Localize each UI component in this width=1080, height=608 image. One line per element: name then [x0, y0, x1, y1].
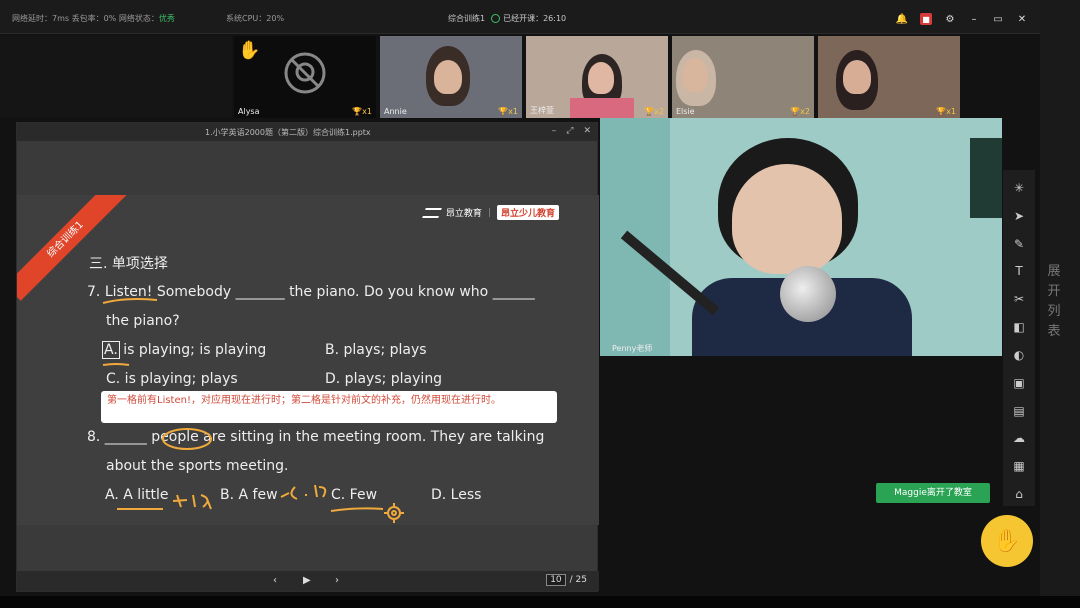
clock-icon [491, 14, 501, 23]
record-icon[interactable]: ■ [920, 13, 932, 25]
hand-icon: ✋ [993, 528, 1021, 554]
teacher-name: Penny老师 [612, 344, 653, 353]
toolbox-icon[interactable]: ▦ [1007, 454, 1031, 478]
student-face [843, 60, 871, 94]
student-name: Alysa [238, 107, 260, 116]
maximize-icon[interactable]: ⤢ [566, 126, 573, 136]
ppt-filename: 1.小学英语2000题（第二版）综合训练1.pptx [205, 128, 371, 137]
minimize-icon[interactable]: – [968, 13, 980, 25]
close-icon[interactable]: ✕ [1016, 13, 1028, 25]
toggle-icon[interactable]: ◐ [1007, 343, 1031, 367]
raised-hand-icon: ✋ [238, 40, 261, 61]
teacher-face [732, 164, 842, 274]
image-icon[interactable]: ▣ [1007, 371, 1031, 395]
trophy-count: 🏆x1 [498, 107, 518, 116]
total-pages: / 25 [569, 575, 587, 585]
trophy-count: 🏆x1 [352, 107, 372, 116]
slide-content: 综合训练1 昂立教育 | 昂立少儿教育 三. 单项选择 7. Listen! S… [17, 195, 599, 525]
student-face [588, 62, 614, 94]
student-video-1[interactable]: ✋ Alysa 🏆x1 [234, 36, 376, 118]
gear-icon[interactable]: ⚙ [944, 13, 956, 25]
bell-icon[interactable]: 🔔 [896, 13, 908, 25]
background-object [970, 138, 1002, 218]
camera-off-icon [284, 52, 326, 94]
left-blank-panel [0, 36, 232, 118]
network-status: 网络延时：7ms 丢包率：0% 网络状态：优秀 [12, 14, 175, 23]
student-name: Annie [384, 107, 407, 116]
elapsed-time: 26:10 [543, 14, 567, 23]
teaching-toolbar: ✳ ➤ ✎ T ✂ ◧ ◐ ▣ ▤ ☁ ▦ ⌂ [1003, 170, 1035, 506]
ink-annotations [102, 298, 404, 523]
top-status-bar: 网络延时：7ms 丢包率：0% 网络状态：优秀 系统CPU：20% 综合训练1 已… [0, 0, 1040, 34]
more-tools-icon[interactable]: ⌂ [1007, 482, 1031, 506]
bottom-band [0, 596, 1080, 608]
pen-icon[interactable]: ✎ [1007, 232, 1031, 256]
student-video-strip: ✋ Alysa 🏆x1 Annie 🏆x1 王梓萱 🏆x2 Elsie 🏆x2 … [234, 36, 960, 118]
notification-toast: Maggie离开了教室 [876, 483, 990, 503]
eraser-icon[interactable]: ◧ [1007, 315, 1031, 339]
trophy-count: 🏆x2 [644, 107, 664, 116]
student-face [434, 60, 462, 94]
classroom-app: 网络延时：7ms 丢包率：0% 网络状态：优秀 系统CPU：20% 综合训练1 已… [0, 0, 1080, 608]
student-video-4[interactable]: Elsie 🏆x2 [672, 36, 814, 118]
close-icon[interactable]: ✕ [583, 126, 591, 136]
student-name: Elsie [676, 107, 695, 116]
student-shirt [570, 98, 634, 118]
scissors-icon[interactable]: ✂ [1007, 287, 1031, 311]
cursor-icon[interactable]: ➤ [1007, 204, 1031, 228]
ppt-window: 1.小学英语2000题（第二版）综合训练1.pptx – ⤢ ✕ 综合训练1 昂… [16, 122, 599, 592]
minimize-icon[interactable]: – [552, 126, 557, 136]
trophy-count: 🏆x1 [936, 107, 956, 116]
current-page-input[interactable]: 10 [546, 574, 566, 586]
page-indicator: 10 / 25 [546, 574, 587, 586]
student-video-2[interactable]: Annie 🏆x1 [380, 36, 522, 118]
expand-list-toggle[interactable]: 展开列表 [1044, 262, 1064, 342]
laser-pointer-icon[interactable]: ✳ [1007, 176, 1031, 200]
class-title: 综合训练1 已经开课：26:10 [448, 14, 567, 23]
chat-icon[interactable]: ▤ [1007, 399, 1031, 423]
raise-hand-button[interactable]: ✋ [981, 515, 1033, 567]
prev-page-icon[interactable]: ‹ [273, 575, 277, 586]
text-tool-icon[interactable]: T [1007, 259, 1031, 283]
ppt-footer: ‹ ▶ › 10 / 25 [17, 571, 599, 591]
student-face [682, 58, 708, 92]
cloud-icon[interactable]: ☁ [1007, 426, 1031, 450]
restore-icon[interactable]: ▭ [992, 13, 1004, 25]
window-controls: 🔔 ■ ⚙ – ▭ ✕ [896, 13, 1028, 25]
network-state: 优秀 [158, 14, 175, 23]
play-icon[interactable]: ▶ [303, 575, 311, 586]
ppt-titlebar: 1.小学英语2000题（第二版）综合训练1.pptx – ⤢ ✕ [17, 123, 597, 141]
student-video-3[interactable]: 王梓萱 🏆x2 [526, 36, 668, 118]
cpu-status: 系统CPU：20% [226, 14, 285, 23]
student-name: 王梓萱 [530, 106, 554, 115]
student-video-5[interactable]: 🏆x1 [818, 36, 960, 118]
microphone [780, 266, 836, 322]
trophy-count: 🏆x2 [790, 107, 810, 116]
ppt-window-controls: – ⤢ ✕ [552, 126, 591, 136]
next-page-icon[interactable]: › [335, 575, 339, 586]
teacher-video[interactable]: Penny老师 [600, 118, 1002, 356]
